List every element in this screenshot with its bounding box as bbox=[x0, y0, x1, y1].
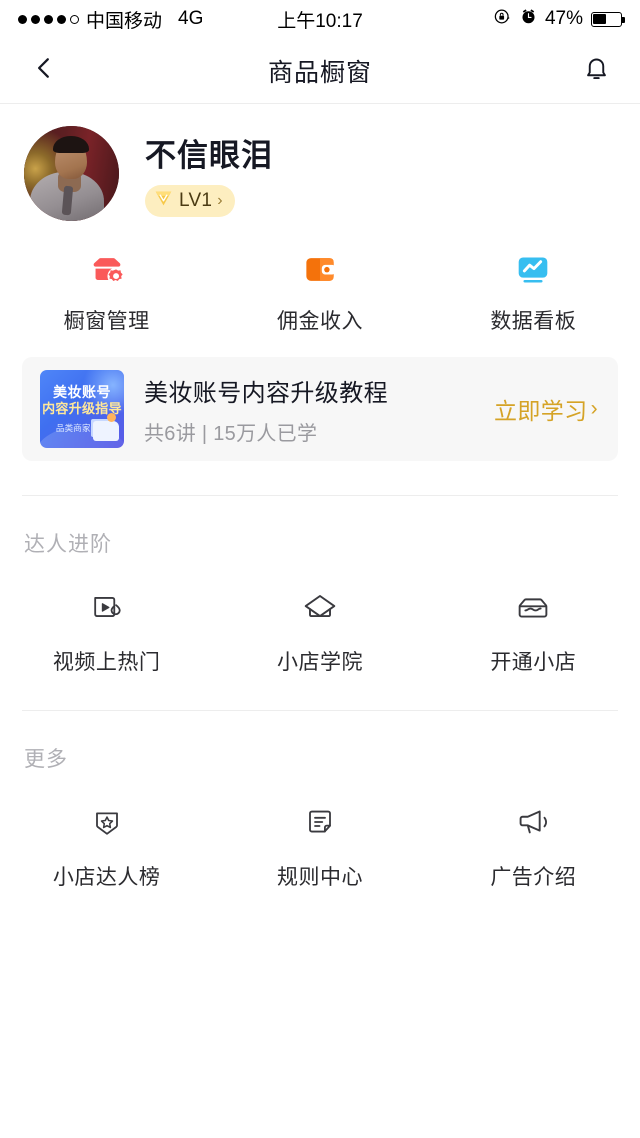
data-board-icon bbox=[511, 247, 555, 291]
quick-action-data-board[interactable]: 数据看板 bbox=[427, 247, 640, 335]
start-learning-label: 立即学习 bbox=[493, 398, 588, 424]
status-bar: 中国移动 4G 上午10:17 47% bbox=[0, 0, 640, 38]
grid-item-open-shop[interactable]: 开通小店 bbox=[427, 584, 640, 676]
rotation-lock-icon bbox=[493, 7, 512, 32]
course-subtitle: 共6讲 | 15万人已学 bbox=[144, 422, 318, 445]
wallet-icon bbox=[298, 247, 342, 291]
course-text-block: 美妆账号内容升级教程 共6讲 | 15万人已学 bbox=[144, 373, 494, 446]
quick-actions-row: 橱窗管理 佣金收入 数据看板 bbox=[0, 235, 640, 351]
profile-info: 不信眼泪 LV1 › bbox=[145, 130, 273, 217]
avatar-hair bbox=[53, 136, 89, 153]
section-title-more: 更多 bbox=[24, 748, 68, 771]
page-title: 商品橱窗 bbox=[267, 58, 372, 87]
grid-item-rules-center[interactable]: 规则中心 bbox=[213, 799, 426, 891]
section-grid-creator-growth: 视频上热门 小店学院 开通小店 bbox=[0, 558, 640, 676]
section-title-creator-growth: 达人进阶 bbox=[24, 533, 112, 556]
store-icon bbox=[510, 584, 556, 630]
chevron-right-icon: › bbox=[590, 397, 598, 420]
section-grid-more: 小店达人榜 规则中心 广告介绍 bbox=[0, 773, 640, 891]
video-hot-icon bbox=[84, 584, 130, 630]
bell-icon bbox=[583, 55, 610, 87]
badge-star-icon bbox=[84, 799, 130, 845]
signal-strength-dots bbox=[18, 14, 79, 24]
profile-name: 不信眼泪 bbox=[145, 138, 273, 173]
graduation-cap-icon bbox=[297, 584, 343, 630]
carrier-label: 中国移动 bbox=[86, 10, 163, 32]
grid-item-video-hot[interactable]: 视频上热门 bbox=[0, 584, 213, 676]
status-bar-left: 中国移动 4G bbox=[18, 6, 203, 33]
network-type-label: 4G bbox=[178, 8, 204, 29]
course-title: 美妆账号内容升级教程 bbox=[144, 379, 388, 407]
level-label: LV1 bbox=[179, 190, 213, 211]
start-learning-button[interactable]: 立即学习 › bbox=[494, 392, 598, 426]
battery-icon bbox=[591, 11, 625, 27]
course-banner-wrapper: 美妆账号 内容升级指导 品类商家必看 美妆账号内容升级教程 共6讲 | 15万人… bbox=[0, 351, 640, 461]
status-bar-right: 47% bbox=[493, 7, 625, 32]
course-thumbnail: 美妆账号 内容升级指导 品类商家必看 bbox=[40, 370, 124, 448]
avatar[interactable] bbox=[24, 126, 119, 221]
quick-action-label: 橱窗管理 bbox=[63, 310, 150, 333]
chevron-right-icon: › bbox=[217, 192, 223, 209]
grid-item-label: 小店学院 bbox=[276, 651, 363, 674]
grid-item-shop-academy[interactable]: 小店学院 bbox=[213, 584, 426, 676]
level-badge[interactable]: LV1 › bbox=[145, 185, 235, 217]
grid-item-label: 开通小店 bbox=[490, 651, 577, 674]
alarm-clock-icon bbox=[520, 8, 537, 31]
grid-item-ads-intro[interactable]: 广告介绍 bbox=[427, 799, 640, 891]
diamond-icon bbox=[153, 189, 174, 213]
battery-percent-label: 47% bbox=[544, 8, 583, 29]
thumbnail-line1: 美妆账号 bbox=[53, 383, 111, 400]
signal-dot bbox=[44, 14, 53, 24]
quick-action-label: 数据看板 bbox=[490, 310, 577, 333]
chevron-left-icon bbox=[31, 55, 57, 86]
course-banner[interactable]: 美妆账号 内容升级指导 品类商家必看 美妆账号内容升级教程 共6讲 | 15万人… bbox=[22, 357, 618, 461]
signal-dot bbox=[18, 14, 27, 24]
quick-action-shop-management[interactable]: 橱窗管理 bbox=[0, 247, 213, 335]
app-root: 中国移动 4G 上午10:17 47% 商品橱窗 不信眼泪 LV1 › 橱窗管理… bbox=[0, 0, 640, 1138]
signal-dot bbox=[57, 14, 66, 24]
back-button[interactable] bbox=[22, 49, 66, 93]
grid-item-label: 规则中心 bbox=[276, 866, 363, 889]
signal-dot-empty bbox=[70, 14, 79, 24]
quick-action-label: 佣金收入 bbox=[276, 310, 363, 333]
navigation-bar: 商品橱窗 bbox=[0, 38, 640, 104]
thumbnail-book-icon bbox=[93, 413, 119, 441]
shop-settings-icon bbox=[85, 247, 129, 291]
grid-item-label: 小店达人榜 bbox=[52, 866, 161, 889]
document-rules-icon bbox=[297, 799, 343, 845]
signal-dot bbox=[31, 14, 40, 24]
grid-item-label: 广告介绍 bbox=[490, 866, 577, 889]
notifications-button[interactable] bbox=[574, 49, 618, 93]
quick-action-commission-income[interactable]: 佣金收入 bbox=[213, 247, 426, 335]
grid-item-label: 视频上热门 bbox=[52, 651, 161, 674]
megaphone-icon bbox=[510, 799, 556, 845]
grid-item-shop-ranking[interactable]: 小店达人榜 bbox=[0, 799, 213, 891]
profile-header[interactable]: 不信眼泪 LV1 › bbox=[0, 104, 640, 235]
